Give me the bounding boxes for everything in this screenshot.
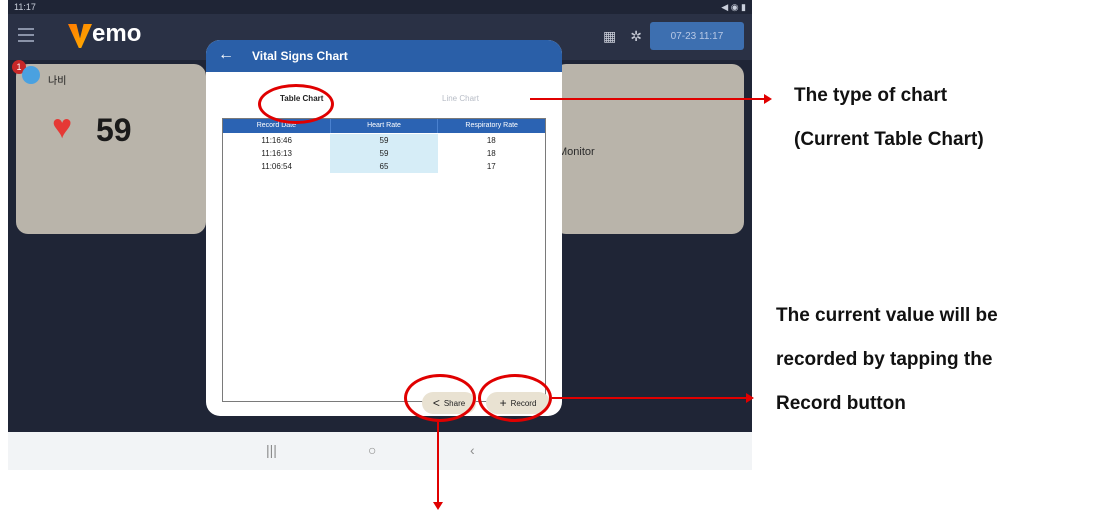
respiratory-rate-cell: 18	[486, 136, 496, 145]
back-arrow-icon[interactable]: ←	[218, 46, 234, 64]
annotation-record-3: Record button	[776, 393, 906, 414]
tab-line-chart[interactable]: Line Chart	[442, 94, 479, 103]
annotation-chart-type-1: The type of chart	[794, 85, 948, 106]
arrow-head	[433, 502, 443, 510]
dialog-title: Vital Signs Chart	[252, 49, 348, 63]
annotation-circle-record	[478, 374, 552, 422]
column-header: Respiratory Rate	[465, 122, 518, 129]
record-date-cell: 11:16:46	[261, 136, 292, 145]
record-date-cell: 11:06:54	[261, 162, 292, 171]
table-row: 11:06:54 65 17	[223, 160, 545, 173]
annotation-record-1: The current value will be	[776, 305, 998, 326]
status-time: 11:17	[14, 2, 36, 12]
annotation-circle-share	[404, 374, 476, 422]
gear-icon[interactable]: ✲	[630, 28, 642, 45]
respiratory-rate-cell: 18	[486, 149, 496, 158]
back-icon[interactable]: ‹	[470, 442, 475, 458]
column-header: Heart Rate	[331, 119, 439, 133]
annotation-circle-table-tab	[258, 84, 334, 124]
heart-rate-value: 59	[96, 112, 132, 148]
arrow-head	[764, 94, 772, 104]
datetime-button[interactable]: 07-23 11:17	[650, 22, 744, 50]
status-indicators: ◀ ◉ ▮	[721, 2, 746, 12]
annotation-record-2: recorded by tapping the	[776, 349, 993, 370]
table-row: 11:16:13 59 18	[223, 147, 545, 160]
vitals-table: Record Date Heart Rate Respiratory Rate …	[222, 118, 546, 402]
heart-icon: ♥	[52, 108, 73, 146]
menu-icon[interactable]	[18, 28, 34, 42]
annotation-arrow-record	[552, 397, 748, 399]
dialog-header: ← Vital Signs Chart	[206, 40, 562, 72]
respiratory-rate-cell: 17	[486, 162, 496, 171]
annotation-arrow-chart-type	[530, 98, 766, 100]
status-bar: 11:17 ◀ ◉ ▮	[8, 0, 752, 14]
heart-rate-cell: 59	[330, 147, 438, 160]
logo-v-mark	[68, 24, 92, 48]
grid-icon[interactable]: ▦	[603, 28, 616, 45]
table-row: 11:16:46 59 18	[223, 134, 545, 147]
android-nav-bar: ||| ○ ‹	[8, 432, 752, 470]
home-icon[interactable]: ○	[368, 442, 376, 458]
heart-rate-cell: 59	[330, 134, 438, 147]
heart-rate-cell: 65	[330, 160, 438, 173]
record-date-cell: 11:16:13	[261, 149, 292, 158]
recents-icon[interactable]: |||	[266, 442, 277, 458]
tablet-screen: 11:17 ◀ ◉ ▮ emo ▦ ✲ 07-23 11:17 1 나비 ♥ 5…	[8, 0, 752, 432]
patient-name: 나비	[48, 76, 67, 87]
page: 11:17 ◀ ◉ ▮ emo ▦ ✲ 07-23 11:17 1 나비 ♥ 5…	[0, 0, 1102, 517]
monitor-label: Monitor	[558, 146, 595, 158]
annotation-chart-type-2: (Current Table Chart)	[794, 129, 984, 150]
logo-text: emo	[92, 20, 142, 47]
patient-avatar	[22, 66, 40, 84]
arrow-head	[746, 393, 754, 403]
patient-card[interactable]	[16, 64, 206, 234]
annotation-arrow-share	[437, 422, 439, 504]
table-header: Record Date Heart Rate Respiratory Rate	[223, 119, 545, 133]
app-bar-icons: ▦ ✲	[603, 28, 642, 45]
